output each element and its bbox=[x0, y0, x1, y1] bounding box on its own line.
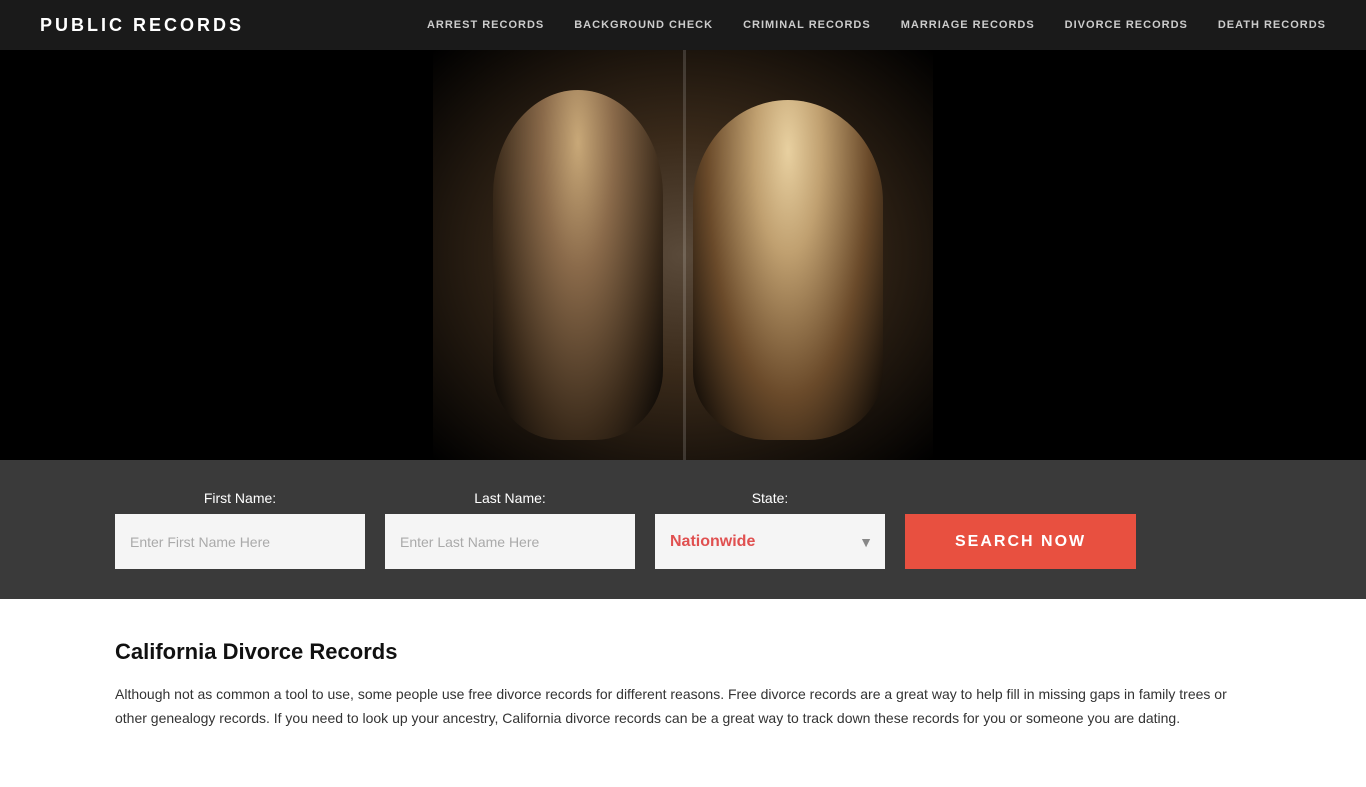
hero-image bbox=[433, 50, 933, 460]
last-name-group: Last Name: bbox=[385, 490, 635, 569]
person-right-figure bbox=[693, 100, 883, 440]
content-heading: California Divorce Records bbox=[115, 639, 1251, 665]
state-select-wrapper: NationwideAlabamaAlaskaArizonaArkansasCa… bbox=[655, 514, 885, 569]
site-header: PUBLIC RECORDS ARREST RECORDS BACKGROUND… bbox=[0, 0, 1366, 50]
hero-section bbox=[0, 50, 1366, 460]
last-name-input[interactable] bbox=[385, 514, 635, 569]
search-bar: First Name: Last Name: State: Nationwide… bbox=[0, 460, 1366, 599]
main-nav: ARREST RECORDS BACKGROUND CHECK CRIMINAL… bbox=[427, 19, 1326, 31]
nav-marriage-records[interactable]: MARRIAGE RECORDS bbox=[901, 19, 1035, 31]
nav-divorce-records[interactable]: DIVORCE RECORDS bbox=[1065, 19, 1188, 31]
last-name-label: Last Name: bbox=[385, 490, 635, 506]
site-logo: PUBLIC RECORDS bbox=[40, 15, 244, 36]
content-paragraph-1: Although not as common a tool to use, so… bbox=[115, 683, 1251, 731]
state-group: State: NationwideAlabamaAlaskaArizonaArk… bbox=[655, 490, 885, 569]
nav-background-check[interactable]: BACKGROUND CHECK bbox=[574, 19, 713, 31]
first-name-group: First Name: bbox=[115, 490, 365, 569]
state-select[interactable]: NationwideAlabamaAlaskaArizonaArkansasCa… bbox=[655, 514, 885, 569]
content-section: California Divorce Records Although not … bbox=[0, 599, 1366, 787]
search-now-button[interactable]: SEARCH NOW bbox=[905, 514, 1136, 569]
nav-criminal-records[interactable]: CRIMINAL RECORDS bbox=[743, 19, 871, 31]
first-name-label: First Name: bbox=[115, 490, 365, 506]
person-left-figure bbox=[493, 90, 663, 440]
nav-death-records[interactable]: DEATH RECORDS bbox=[1218, 19, 1326, 31]
nav-arrest-records[interactable]: ARREST RECORDS bbox=[427, 19, 544, 31]
divider-line bbox=[683, 50, 686, 460]
state-label: State: bbox=[655, 490, 885, 506]
first-name-input[interactable] bbox=[115, 514, 365, 569]
